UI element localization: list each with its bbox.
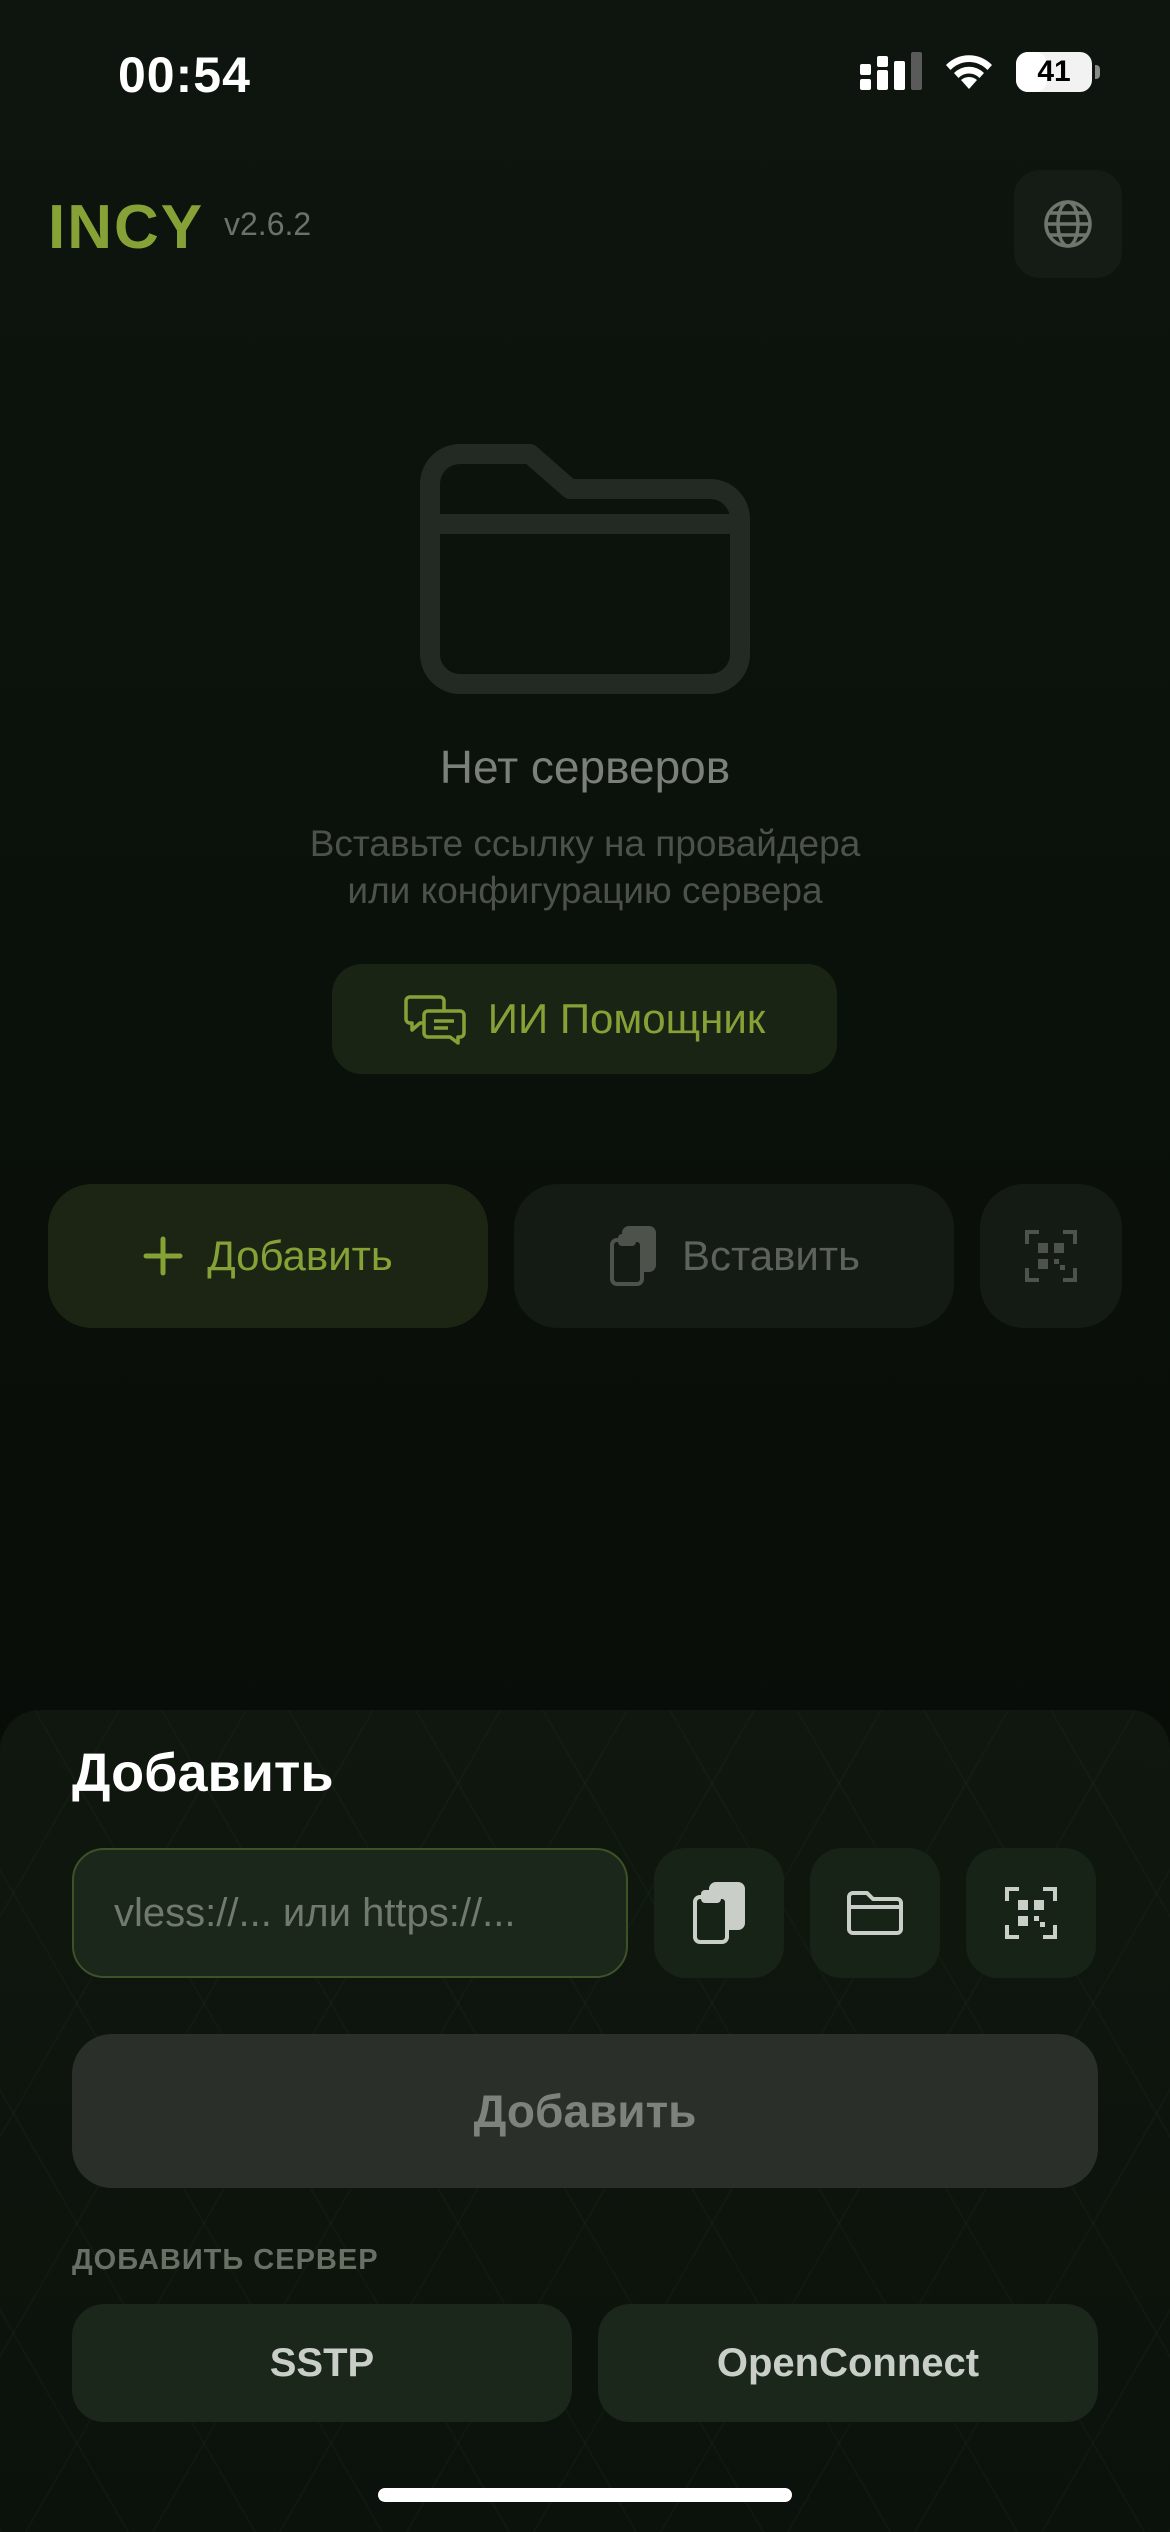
status-icons: 41 <box>860 52 1100 92</box>
clipboard-icon <box>609 1226 656 1286</box>
folder-icon <box>420 444 750 694</box>
empty-state-subtitle-line-2: или конфигурацию сервера <box>347 870 823 911</box>
battery-percent: 41 <box>1037 55 1071 88</box>
ai-assistant-button[interactable]: ИИ Помощник <box>332 964 837 1074</box>
paste-label: Вставить <box>681 1232 861 1279</box>
clipboard-icon <box>693 1882 745 1944</box>
battery-icon: 41 <box>1016 52 1100 92</box>
app-version: v2.6.2 <box>224 206 312 242</box>
wifi-icon <box>946 55 992 89</box>
sheet-submit-button[interactable]: Добавить <box>72 2034 1098 2188</box>
home-indicator[interactable] <box>378 2488 792 2502</box>
add-server-section-label: ДОБАВИТЬ СЕРВЕР <box>72 2244 379 2276</box>
folder-icon <box>847 1891 903 1935</box>
sheet-title: Добавить <box>72 1743 334 1803</box>
globe-icon <box>1044 200 1092 248</box>
chat-bubbles-icon <box>404 995 466 1045</box>
protocol-sstp-button[interactable]: SSTP <box>72 2304 572 2422</box>
scan-qr-button[interactable] <box>980 1184 1122 1328</box>
sheet-scan-qr-button[interactable] <box>966 1848 1096 1978</box>
empty-state-subtitle: Вставьте ссылку на провайдера или конфиг… <box>0 820 1170 914</box>
app-title: INCY <box>48 193 205 262</box>
add-server-button[interactable]: Добавить <box>48 1184 488 1328</box>
empty-state-title: Нет серверов <box>439 741 731 793</box>
paste-button[interactable]: Вставить <box>514 1184 954 1328</box>
sheet-paste-button[interactable] <box>654 1848 784 1978</box>
protocol-openconnect-button[interactable]: OpenConnect <box>598 2304 1098 2422</box>
config-url-input[interactable] <box>72 1848 628 1978</box>
qr-scan-icon <box>1005 1887 1057 1939</box>
empty-state-subtitle-line-1: Вставьте ссылку на провайдера <box>309 823 861 864</box>
plus-icon <box>143 1236 183 1276</box>
ai-assistant-label: ИИ Помощник <box>487 995 766 1042</box>
qr-scan-icon <box>1025 1230 1077 1282</box>
add-server-label: Добавить <box>207 1232 393 1279</box>
status-time: 00:54 <box>118 47 251 103</box>
cellular-signal-icon <box>860 52 922 90</box>
sheet-file-button[interactable] <box>810 1848 940 1978</box>
language-button[interactable] <box>1014 170 1122 278</box>
